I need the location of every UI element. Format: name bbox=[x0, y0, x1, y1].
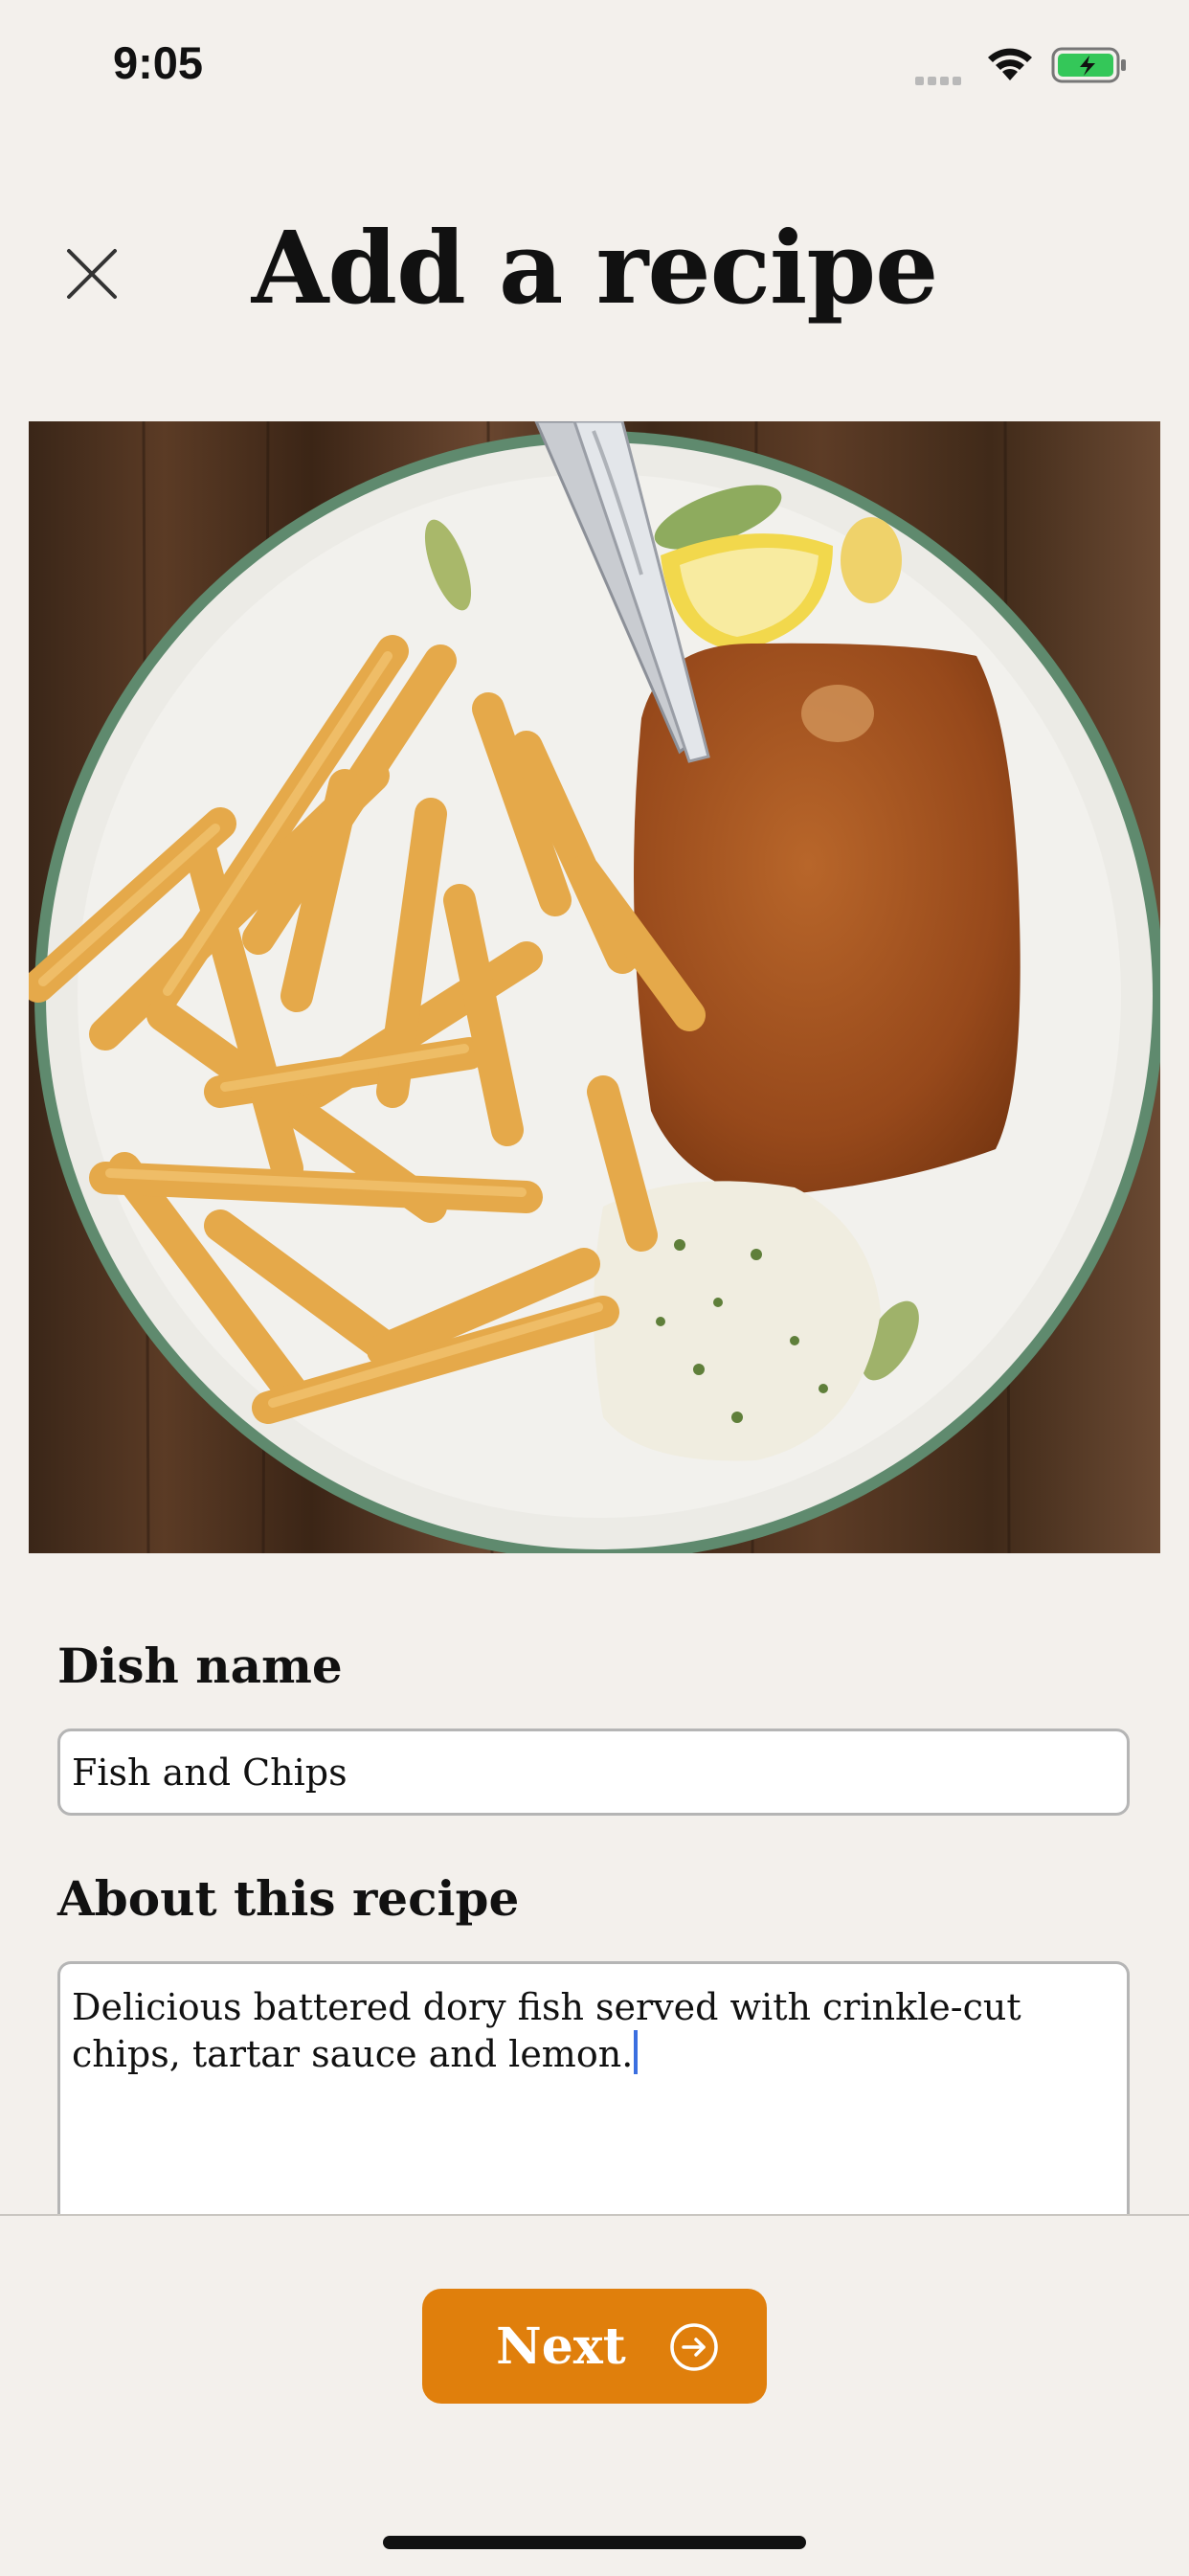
cellular-signal-icon bbox=[915, 71, 965, 89]
page-title: Add a recipe bbox=[251, 209, 939, 327]
dish-name-field[interactable] bbox=[57, 1729, 1130, 1816]
recipe-photo[interactable] bbox=[29, 421, 1160, 1553]
status-time: 9:05 bbox=[113, 37, 204, 88]
about-recipe-text: Delicious battered dory fish served with… bbox=[72, 1986, 1021, 2075]
dish-name-input[interactable] bbox=[60, 1731, 1127, 1813]
about-recipe-field[interactable]: Delicious battered dory fish served with… bbox=[57, 1961, 1130, 2220]
battery-icon bbox=[1051, 47, 1126, 83]
text-cursor bbox=[634, 2030, 639, 2074]
about-recipe-textarea[interactable]: Delicious battered dory fish served with… bbox=[60, 1964, 1127, 2098]
about-recipe-label: About this recipe bbox=[57, 1870, 520, 1927]
wifi-icon bbox=[988, 48, 1032, 80]
next-button[interactable]: Next bbox=[422, 2289, 767, 2404]
next-button-label: Next bbox=[496, 2316, 626, 2376]
arrow-right-circle-icon bbox=[670, 2323, 718, 2371]
dish-name-label: Dish name bbox=[57, 1638, 343, 1694]
status-bar: 9:05 bbox=[0, 0, 1189, 124]
home-indicator[interactable] bbox=[383, 2536, 806, 2549]
